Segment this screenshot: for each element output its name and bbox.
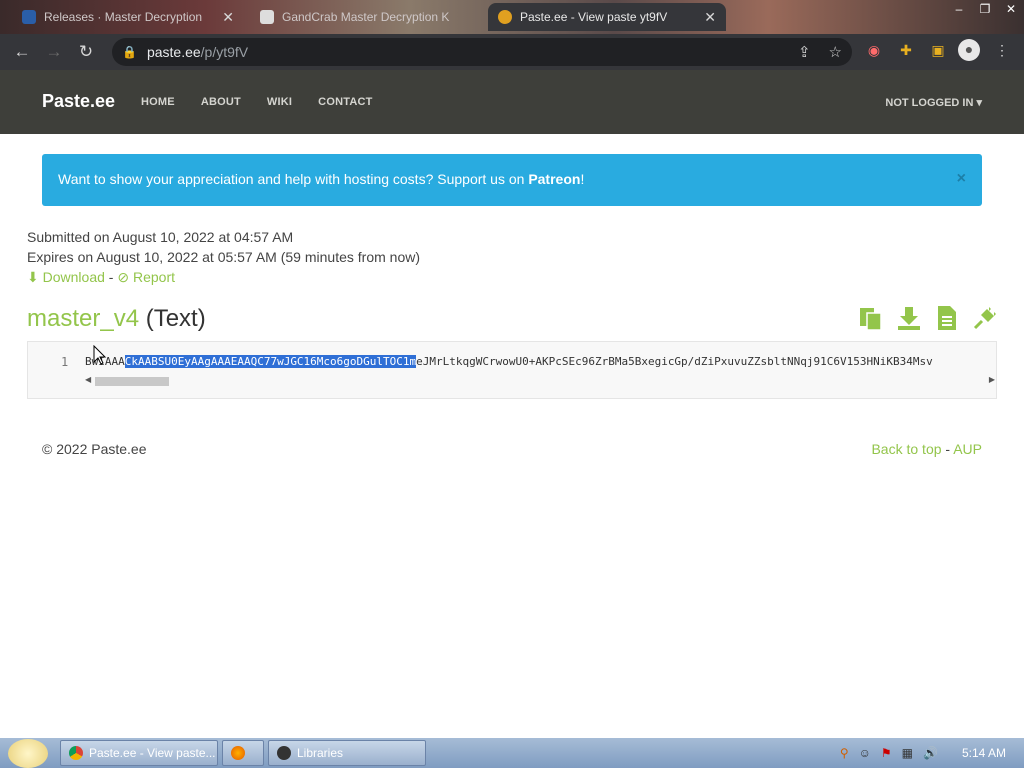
browser-tab-gandcrab[interactable]: GandCrab Master Decryption K (250, 3, 480, 31)
download-link[interactable]: Download (43, 269, 105, 285)
network-icon[interactable]: ▦ (902, 746, 913, 760)
close-icon[interactable]: ✕ (222, 9, 234, 26)
selected-text: CkAABSU0EyAAgAAAEAAQC77wJGC16Mco6goDGulT… (124, 355, 417, 368)
minimize-icon[interactable]: – (946, 0, 972, 20)
sidebar-icon[interactable]: ▣ (928, 40, 948, 60)
nav-contact[interactable]: CONTACT (318, 96, 372, 108)
download-file-icon[interactable] (896, 305, 922, 331)
address-bar[interactable]: 🔒 paste.ee/p/yt9fV ⇪ ☆ (112, 38, 852, 66)
taskbar-clock[interactable]: 5:14 AM (962, 746, 1006, 760)
download-icon: ⬇ (27, 269, 39, 285)
back-arrow-icon[interactable]: ← (6, 42, 38, 62)
paste-title: master_v4 (Text) (27, 305, 206, 333)
browser-toolbar: ← → ↻ 🔒 paste.ee/p/yt9fV ⇪ ☆ ◉ ✚ ▣ ● ⋮ (0, 34, 1024, 70)
mouse-cursor-icon (93, 345, 107, 365)
site-navbar: Paste.ee HOME ABOUT WIKI CONTACT NOT LOG… (0, 70, 1024, 134)
plug-embed-icon[interactable] (972, 305, 998, 331)
footer-links: Back to top - AUP (871, 441, 982, 457)
github-icon (260, 10, 274, 24)
menu-kebab-icon[interactable]: ⋮ (992, 40, 1012, 60)
start-button-icon[interactable] (8, 739, 48, 768)
paste-favicon-icon (498, 10, 512, 24)
paste-meta: Submitted on August 10, 2022 at 04:57 AM… (27, 229, 420, 285)
extension-flag-icon[interactable]: ◉ (864, 40, 884, 60)
firefox-icon (231, 746, 245, 760)
patreon-link[interactable]: Patreon (528, 171, 580, 187)
report-link[interactable]: Report (133, 269, 175, 285)
nav-about[interactable]: ABOUT (201, 96, 241, 108)
line-gutter (28, 342, 80, 398)
submitted-date: Submitted on August 10, 2022 at 04:57 AM (27, 229, 294, 245)
lock-icon: 🔒 (122, 45, 137, 59)
line-number: 1 (61, 355, 69, 369)
paste-type: (Text) (145, 305, 206, 332)
taskbar-firefox-button[interactable] (222, 740, 264, 766)
flag-icon[interactable]: ⚑ (881, 746, 892, 760)
paste-name: master_v4 (27, 305, 140, 332)
share-icon[interactable]: ⇪ (798, 43, 811, 61)
browser-tab-paste[interactable]: Paste.ee - View paste yt9fV ✕ (488, 3, 726, 31)
back-to-top-link[interactable]: Back to top (871, 441, 941, 457)
paste-code-box[interactable]: 1 BwIAAACkAABSU0EyAAgAAAEAAQC77wJGC16Mco… (27, 341, 997, 399)
system-tray: ⚲ ☺ ⚑ ▦ 🔊 5:14 AM (840, 746, 1006, 760)
expires-date: Expires on August 10, 2022 at 05:57 AM (… (27, 249, 420, 265)
taskbar-chrome-button[interactable]: Paste.ee - View paste... (60, 740, 218, 766)
libraries-icon (277, 746, 291, 760)
os-taskbar: Paste.ee - View paste... Libraries ⚲ ☺ ⚑… (0, 738, 1024, 768)
scroll-right-icon[interactable]: ▶ (989, 375, 995, 384)
chrome-icon (69, 746, 83, 760)
paste-tools (858, 305, 998, 331)
footer-copyright: © 2022 Paste.ee (42, 441, 147, 457)
raw-document-icon[interactable] (934, 305, 960, 331)
login-dropdown[interactable]: NOT LOGGED IN ▾ (885, 96, 982, 109)
search-icon[interactable]: ⚲ (840, 746, 849, 760)
volume-icon[interactable]: 🔊 (923, 746, 938, 760)
forward-arrow-icon[interactable]: → (38, 42, 70, 62)
aup-link[interactable]: AUP (953, 441, 982, 457)
code-line[interactable]: BwIAAACkAABSU0EyAAgAAAEAAQC77wJGC16Mco6g… (85, 355, 933, 368)
close-icon[interactable]: ✕ (704, 9, 716, 26)
maximize-icon[interactable]: ❐ (972, 0, 998, 20)
reload-icon[interactable]: ↻ (70, 42, 102, 62)
site-brand[interactable]: Paste.ee (42, 91, 115, 112)
site-nav: HOME ABOUT WIKI CONTACT (141, 96, 399, 108)
window-controls: – ❐ ✕ (946, 0, 1024, 20)
browser-tab-releases[interactable]: Releases · Master Decryption ✕ (12, 3, 244, 31)
horizontal-scrollbar[interactable]: ◀ ▶ (85, 374, 995, 386)
window-icon (22, 10, 36, 24)
bookmark-star-icon[interactable]: ☆ (829, 43, 842, 61)
caret-down-icon: ▾ (976, 97, 982, 109)
profile-avatar-icon[interactable]: ● (958, 39, 980, 61)
extensions-puzzle-icon[interactable]: ✚ (896, 40, 916, 60)
browser-tab-strip: Releases · Master Decryption ✕ GandCrab … (0, 0, 1024, 34)
nav-wiki[interactable]: WIKI (267, 96, 292, 108)
taskbar-libraries-button[interactable]: Libraries (268, 740, 426, 766)
scrollbar-thumb[interactable] (95, 377, 169, 386)
nav-home[interactable]: HOME (141, 96, 175, 108)
copy-icon[interactable] (858, 305, 884, 331)
scroll-left-icon[interactable]: ◀ (85, 375, 91, 384)
close-window-icon[interactable]: ✕ (998, 0, 1024, 20)
patreon-banner: Want to show your appreciation and help … (42, 154, 982, 206)
report-icon: ⊘ (117, 269, 130, 285)
smiley-icon[interactable]: ☺ (859, 746, 871, 760)
banner-close-icon[interactable]: × (957, 170, 966, 188)
